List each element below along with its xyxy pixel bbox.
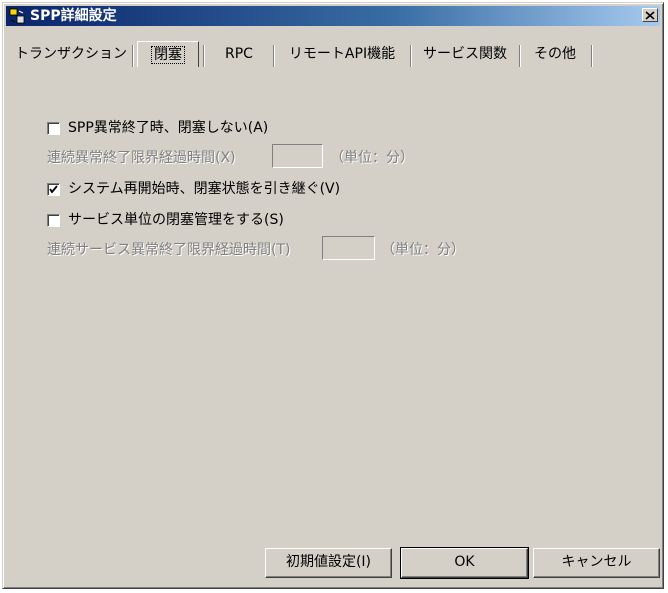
- tab-blocking-label: 閉塞: [151, 46, 185, 64]
- consecutive-service-interval-label: 連続サービス異常終了限界経過時間(T): [47, 242, 291, 258]
- consecutive-service-interval-unit: （単位：分）: [381, 242, 465, 258]
- window-title: SPP詳細設定: [30, 8, 117, 24]
- close-button[interactable]: [642, 8, 658, 22]
- tab-other[interactable]: その他: [524, 41, 586, 67]
- tab-separator: [410, 45, 412, 67]
- app-icon: [9, 8, 25, 24]
- dialog-window: SPP詳細設定 トランザクション 閉塞 RPC リモートAPI機能 サービス関数…: [2, 2, 664, 589]
- tab-separator: [519, 45, 521, 67]
- no-block-on-abnormal-checkbox[interactable]: [47, 122, 60, 135]
- no-block-on-abnormal-label: SPP異常終了時、閉塞しない(A): [68, 120, 269, 136]
- tab-blocking[interactable]: 閉塞: [137, 41, 199, 67]
- tab-remote-api[interactable]: リモートAPI機能: [278, 41, 406, 67]
- cancel-button[interactable]: キャンセル: [533, 548, 660, 578]
- tab-separator: [203, 45, 205, 67]
- tab-separator: [132, 45, 134, 67]
- ok-button[interactable]: OK: [400, 547, 529, 579]
- consecutive-abnormal-interval-unit: （単位：分）: [330, 150, 414, 166]
- consecutive-service-interval-field[interactable]: [322, 236, 375, 260]
- consecutive-abnormal-interval-label: 連続異常終了限界経過時間(X): [47, 150, 236, 166]
- service-unit-block-label: サービス単位の閉塞管理をする(S): [68, 212, 284, 228]
- defaults-button[interactable]: 初期値設定(I): [265, 548, 392, 578]
- keep-block-on-restart-label: システム再開始時、閉塞状態を引き継ぐ(V): [68, 181, 341, 197]
- tab-rpc[interactable]: RPC: [208, 41, 270, 67]
- consecutive-abnormal-interval-field[interactable]: [272, 144, 323, 168]
- tab-separator: [591, 45, 593, 67]
- checkmark-icon: [49, 185, 58, 194]
- tab-service-function[interactable]: サービス関数: [415, 41, 515, 67]
- title-bar: SPP詳細設定: [6, 6, 660, 26]
- service-unit-block-checkbox[interactable]: [47, 214, 60, 227]
- tab-separator: [273, 45, 275, 67]
- keep-block-on-restart-checkbox[interactable]: [47, 183, 60, 196]
- tab-transaction[interactable]: トランザクション: [15, 41, 127, 67]
- close-icon: [645, 11, 655, 20]
